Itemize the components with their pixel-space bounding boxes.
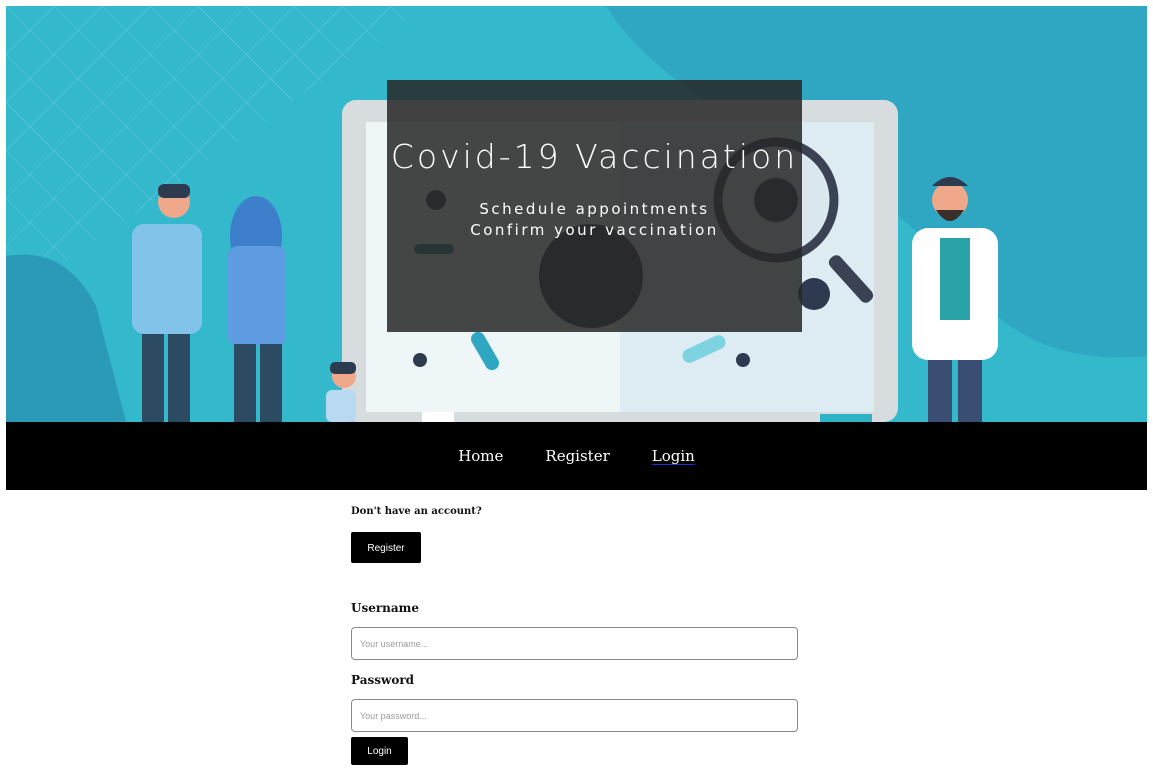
login-panel: Don't have an account? Register Username… [351,502,798,765]
password-input[interactable] [351,699,798,732]
hero-banner: Covid-19 Vaccination Schedule appointmen… [6,6,1147,422]
hero-subtitle-line-1: Schedule appointments [479,200,710,218]
hero-title: Covid-19 Vaccination [390,137,799,176]
navbar: Home Register Login [6,422,1147,490]
hero-subtitle: Schedule appointments Confirm your vacci… [387,199,802,241]
password-label: Password [351,673,415,687]
register-button[interactable]: Register [351,532,421,563]
hero-overlay: Covid-19 Vaccination Schedule appointmen… [387,80,802,332]
nav-link-home[interactable]: Home [458,447,503,465]
nav-link-register[interactable]: Register [545,447,609,465]
username-label: Username [351,601,420,615]
nav-link-login[interactable]: Login [652,447,695,465]
hero-subtitle-line-2: Confirm your vaccination [470,221,719,239]
login-button[interactable]: Login [351,737,408,765]
no-account-text: Don't have an account? [351,506,482,517]
username-input[interactable] [351,627,798,660]
